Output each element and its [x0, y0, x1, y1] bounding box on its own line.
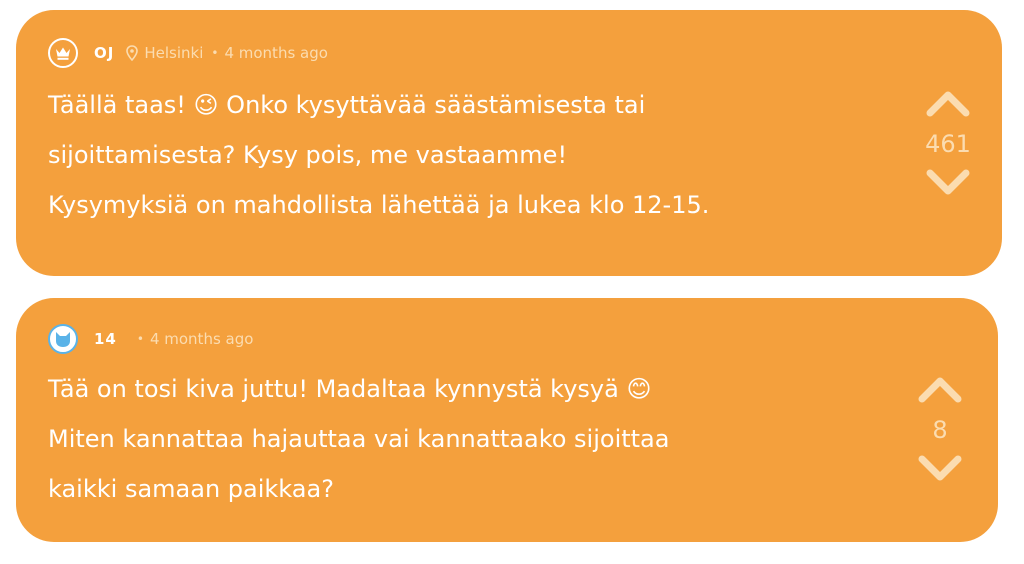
post-text: Tää on tosi kiva juttu! Madaltaa kynnyst…	[48, 364, 898, 514]
crown-icon	[48, 38, 78, 68]
post-text-line: sijoittamisesta? Kysy pois, me vastaamme…	[48, 141, 568, 169]
vote-control: 8	[910, 374, 970, 484]
author-name: 14	[94, 330, 117, 348]
post-text-line: kaikki samaan paikkaa?	[48, 475, 334, 503]
separator-dot: •	[211, 46, 219, 60]
cat-icon	[48, 324, 78, 354]
post-time: 4 months ago	[224, 44, 328, 62]
location-pin-icon	[126, 45, 139, 61]
post-text-line: Kysymyksiä on mahdollista lähettää ja lu…	[48, 191, 710, 219]
post-text-line: Tää on tosi kiva juttu! Madaltaa kynnyst…	[48, 375, 652, 403]
post-card[interactable]: OJ Helsinki • 4 months ago Täällä taas! …	[16, 10, 1002, 276]
vote-count: 8	[932, 416, 948, 444]
vote-control: 461	[918, 88, 978, 198]
post-location: Helsinki	[144, 44, 204, 62]
upvote-chevron-icon[interactable]	[916, 374, 964, 404]
post-text-line: Täällä taas! 😉 Onko kysyttävää säästämis…	[48, 91, 646, 119]
post-text: Täällä taas! 😉 Onko kysyttävää säästämis…	[48, 80, 908, 230]
downvote-chevron-icon[interactable]	[924, 168, 972, 198]
vote-count: 461	[925, 130, 971, 158]
author-name: OJ	[94, 44, 115, 62]
post-card[interactable]: 14 • 4 months ago Tää on tosi kiva juttu…	[16, 298, 998, 542]
post-time: 4 months ago	[149, 330, 254, 348]
post-text-line: Miten kannattaa hajauttaa vai kannattaak…	[48, 425, 670, 453]
separator-dot: •	[136, 332, 144, 346]
post-meta: 14 • 4 months ago	[48, 324, 253, 354]
downvote-chevron-icon[interactable]	[916, 454, 964, 484]
upvote-chevron-icon[interactable]	[924, 88, 972, 118]
post-meta: OJ Helsinki • 4 months ago	[48, 38, 328, 68]
